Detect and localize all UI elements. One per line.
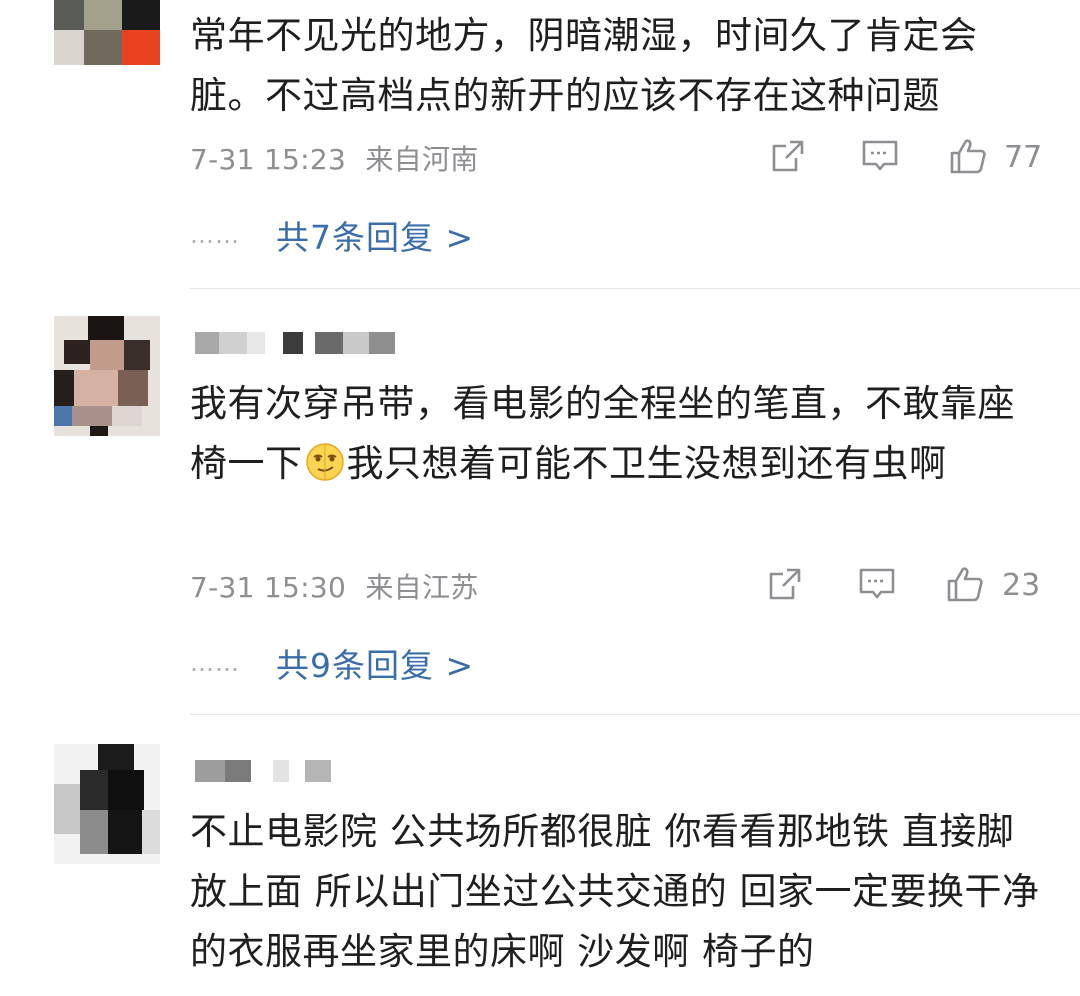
replies-row: …… 共9条回复 >: [190, 640, 474, 686]
share-icon[interactable]: [768, 136, 808, 176]
comment-text: 我有次穿吊带，看电影的全程坐的笔直，不敢靠座椅一下 我只想着可能不卫生没想到还有虫…: [190, 374, 1050, 494]
thumbs-up-icon[interactable]: [945, 564, 985, 604]
comment-text-part-2: 我只想着可能不卫生没想到还有虫啊: [346, 442, 947, 485]
action-bar: 77: [0, 136, 1080, 186]
divider: [190, 288, 1080, 289]
action-bar: 23: [0, 564, 1080, 614]
dots-separator: ……: [190, 649, 240, 677]
like-count: 77: [1004, 140, 1043, 175]
smirk-emoji-icon: [305, 443, 344, 481]
comment-item-1: 常年不见光的地方，阴暗潮湿，时间久了肯定会脏。不过高档点的新开的应该不存在这种问…: [0, 0, 1080, 280]
divider: [190, 714, 1080, 715]
avatar[interactable]: [54, 744, 160, 864]
comment-item-3: 不止电影院 公共场所都很脏 你看看那地铁 直接脚放上面 所以出门坐过公共交通的 …: [0, 716, 1080, 996]
username[interactable]: [195, 760, 435, 786]
comment-text: 常年不见光的地方，阴暗潮湿，时间久了肯定会脏。不过高档点的新开的应该不存在这种问…: [190, 14, 978, 117]
avatar[interactable]: [54, 316, 160, 436]
comment-icon[interactable]: [857, 564, 897, 604]
share-icon[interactable]: [765, 564, 805, 604]
view-replies-link[interactable]: 共7条回复 >: [276, 211, 474, 259]
view-replies-link[interactable]: 共9条回复 >: [276, 639, 474, 687]
avatar[interactable]: [54, 0, 160, 65]
like-count: 23: [1002, 568, 1041, 603]
comment-icon[interactable]: [860, 136, 900, 176]
comment-item-2: 我有次穿吊带，看电影的全程坐的笔直，不敢靠座椅一下 我只想着可能不卫生没想到还有虫…: [0, 290, 1080, 710]
replies-row: …… 共7条回复 >: [190, 212, 474, 258]
thumbs-up-icon[interactable]: [948, 136, 988, 176]
comment-text: 不止电影院 公共场所都很脏 你看看那地铁 直接脚放上面 所以出门坐过公共交通的 …: [190, 810, 1040, 973]
dots-separator: ……: [190, 221, 240, 249]
username[interactable]: [195, 332, 435, 358]
